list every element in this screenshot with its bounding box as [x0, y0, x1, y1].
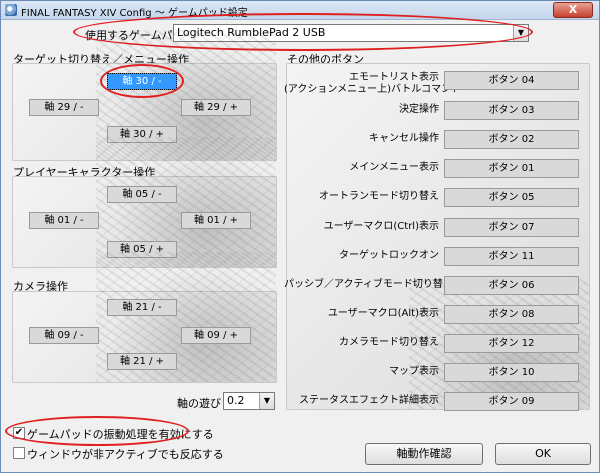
button-assign-passive-active[interactable]: ボタン 06 [444, 276, 579, 295]
player-left-binding[interactable]: 軸 01 / - [29, 212, 99, 229]
close-button[interactable]: X [553, 2, 593, 18]
config-window: FINAL FANTASY XIV Config ～ ゲームパッド設定 X 使用… [0, 0, 600, 473]
button-assign-macro-ctrl[interactable]: ボタン 07 [444, 218, 579, 237]
chevron-down-icon[interactable]: ▼ [259, 393, 274, 409]
camera-up-binding[interactable]: 軸 21 / - [107, 299, 177, 316]
button-assign-camera-mode[interactable]: ボタン 12 [444, 334, 579, 353]
button-row-label-autorun: オートランモード切り替え [319, 191, 439, 202]
emote-label-line-1: エモートリスト表示 [349, 72, 439, 83]
button-row-label-emote: エモートリスト表示 (アクションメニュー上)バトルコマンド [284, 72, 462, 96]
button-row-label-main-menu: メインメニュー表示 [349, 162, 439, 173]
axis-test-button[interactable]: 軸動作確認 [365, 443, 483, 465]
target-left-binding[interactable]: 軸 29 / - [29, 99, 99, 116]
button-assign-target-lock[interactable]: ボタン 11 [444, 247, 579, 266]
player-up-binding[interactable]: 軸 05 / - [107, 186, 177, 203]
target-down-binding[interactable]: 軸 30 / + [107, 126, 177, 143]
vibration-checkbox[interactable]: ✔ [13, 427, 25, 439]
button-assign-cancel[interactable]: ボタン 02 [444, 130, 579, 149]
camera-left-binding[interactable]: 軸 09 / - [29, 327, 99, 344]
button-row-label-passive-active: パッシブ／アクティブモード切り替え [284, 279, 453, 290]
button-row-label-camera-mode: カメラモード切り替え [339, 337, 439, 348]
gamepad-select-value: Logitech RumblePad 2 USB [177, 26, 326, 39]
chevron-down-icon[interactable]: ▼ [513, 25, 528, 41]
button-row-label-map: マップ表示 [389, 366, 439, 377]
deadzone-label: 軸の遊び [177, 397, 221, 410]
button-row-label-macro-alt: ユーザーマクロ(Alt)表示 [327, 308, 439, 319]
button-assign-macro-alt[interactable]: ボタン 08 [444, 305, 579, 324]
camera-right-binding[interactable]: 軸 09 / + [181, 327, 251, 344]
button-assign-status-effect[interactable]: ボタン 09 [444, 392, 579, 411]
target-up-binding[interactable]: 軸 30 / - [107, 73, 177, 90]
player-down-binding[interactable]: 軸 05 / + [107, 241, 177, 258]
button-row-label-status-effect: ステータスエフェクト詳細表示 [299, 395, 439, 406]
vibration-label: ゲームパッドの振動処理を有効にする [27, 428, 214, 441]
background-input-label: ウィンドウが非アクティブでも反応する [27, 448, 224, 461]
button-row-label-confirm: 決定操作 [399, 104, 439, 115]
emote-label-line-2: (アクションメニュー上)バトルコマンド [284, 84, 462, 95]
title-bar: FINAL FANTASY XIV Config ～ ゲームパッド設定 X [1, 1, 599, 20]
button-row-label-cancel: キャンセル操作 [369, 133, 439, 144]
target-right-binding[interactable]: 軸 29 / + [181, 99, 251, 116]
button-assign-map[interactable]: ボタン 10 [444, 363, 579, 382]
ok-button[interactable]: OK [495, 443, 591, 465]
button-assign-autorun[interactable]: ボタン 05 [444, 188, 579, 207]
deadzone-select-value: 0.2 [227, 394, 245, 407]
camera-down-binding[interactable]: 軸 21 / + [107, 353, 177, 370]
player-right-binding[interactable]: 軸 01 / + [181, 212, 251, 229]
button-assign-main-menu[interactable]: ボタン 01 [444, 159, 579, 178]
gamepad-select[interactable]: Logitech RumblePad 2 USB ▼ [173, 24, 529, 42]
window-title: FINAL FANTASY XIV Config ～ ゲームパッド設定 [21, 8, 248, 19]
button-assign-confirm[interactable]: ボタン 03 [444, 101, 579, 120]
button-assign-emote[interactable]: ボタン 04 [444, 71, 579, 90]
background-input-checkbox[interactable] [13, 447, 25, 459]
button-row-label-macro-ctrl: ユーザーマクロ(Ctrl)表示 [323, 221, 439, 232]
app-icon [5, 4, 17, 16]
deadzone-select[interactable]: 0.2 ▼ [223, 392, 275, 410]
button-row-label-target-lock: ターゲットロックオン [339, 250, 439, 261]
